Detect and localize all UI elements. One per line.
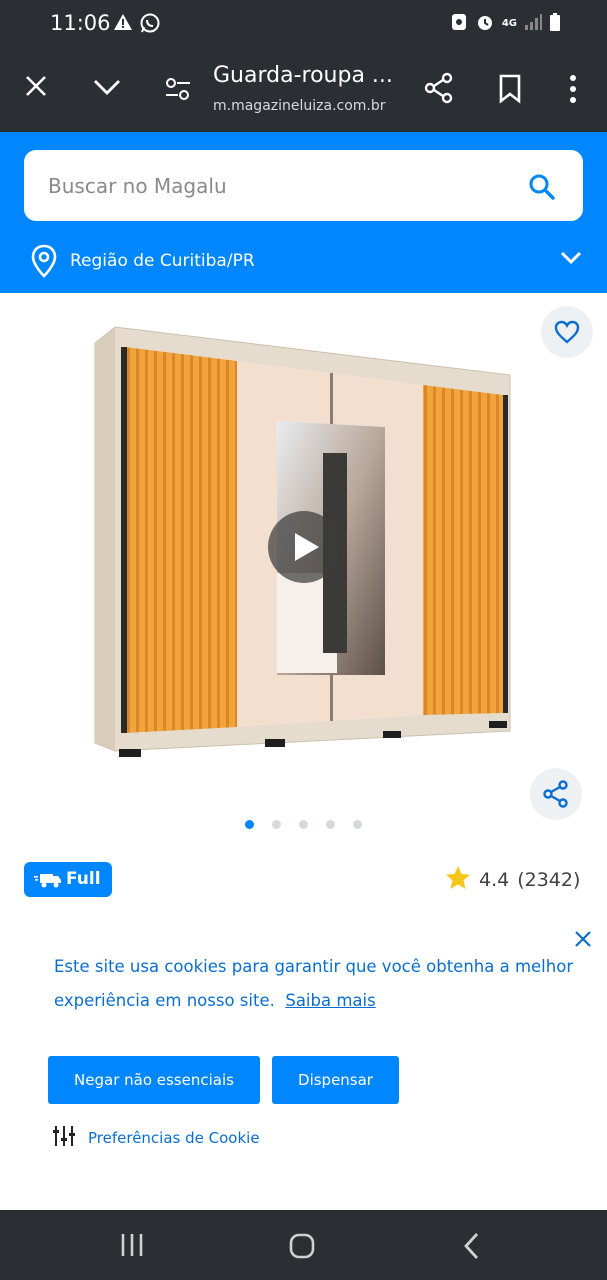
site-header: Região de Curitiba/PR	[0, 132, 607, 293]
sliders-icon	[52, 1124, 76, 1152]
signal-icon	[524, 13, 542, 35]
search-input[interactable]	[48, 170, 488, 202]
search-box	[24, 150, 583, 221]
whatsapp-icon	[139, 12, 161, 38]
deny-non-essential-button[interactable]: Negar não essenciais	[48, 1056, 260, 1104]
truck-icon	[34, 871, 62, 893]
carousel-dot[interactable]	[353, 820, 362, 829]
status-left-icons	[113, 12, 161, 38]
warning-icon	[113, 12, 133, 38]
carousel-dot[interactable]	[299, 820, 308, 829]
carousel-dots	[245, 820, 362, 829]
back-icon[interactable]	[462, 1232, 480, 1264]
page-url: m.magazineluiza.com.br	[213, 98, 386, 114]
full-badge-label: Full	[66, 869, 101, 889]
page-title: Guarda-roupa ...	[213, 63, 393, 88]
region-label: Região de Curitiba/PR	[70, 251, 255, 271]
status-time: 11:06	[50, 11, 111, 35]
network-4g-icon: 4G	[502, 19, 517, 29]
carousel-dot[interactable]	[272, 820, 281, 829]
cookie-message-block: Este site usa cookies para garantir que …	[54, 950, 574, 1018]
battery-icon	[549, 12, 561, 36]
chevron-down-icon[interactable]	[92, 78, 122, 100]
star-icon	[445, 865, 471, 895]
dismiss-button[interactable]: Dispensar	[272, 1056, 399, 1104]
status-bar: 11:06 4G	[0, 0, 607, 48]
close-icon[interactable]	[24, 74, 48, 102]
recent-apps-icon[interactable]	[120, 1232, 144, 1262]
favorite-button[interactable]	[541, 306, 593, 358]
site-settings-icon[interactable]	[164, 76, 192, 106]
product-rating[interactable]: 4.4 (2342)	[445, 866, 580, 894]
network-label: 4G	[501, 18, 517, 29]
browser-toolbar: Guarda-roupa ... m.magazineluiza.com.br	[0, 48, 607, 132]
share-icon[interactable]	[424, 72, 454, 108]
search-icon[interactable]	[527, 172, 557, 202]
more-options-icon[interactable]	[566, 74, 580, 108]
learn-more-link[interactable]: Saiba mais	[285, 991, 375, 1010]
system-nav-bar	[0, 1210, 607, 1280]
bookmark-icon[interactable]	[498, 74, 522, 108]
play-video-button[interactable]	[268, 511, 340, 583]
notification-icon	[450, 12, 468, 36]
rating-value: 4.4	[479, 869, 510, 891]
chevron-down-icon	[560, 250, 582, 269]
region-selector[interactable]: Região de Curitiba/PR	[28, 244, 588, 280]
cookie-preferences-label: Preferências de Cookie	[88, 1129, 260, 1147]
share-icon	[543, 780, 569, 812]
home-icon[interactable]	[289, 1233, 315, 1263]
product-gallery	[0, 293, 607, 843]
status-right-icons: 4G	[450, 12, 561, 36]
play-icon	[293, 531, 321, 567]
alarm-icon	[475, 12, 495, 36]
share-product-button[interactable]	[530, 768, 582, 820]
location-pin-icon	[30, 244, 58, 282]
close-icon[interactable]	[572, 928, 594, 950]
full-badge: Full	[24, 862, 112, 897]
heart-icon	[554, 320, 580, 348]
carousel-dot[interactable]	[326, 820, 335, 829]
review-count: (2342)	[517, 869, 581, 891]
carousel-dot[interactable]	[245, 820, 254, 829]
cookie-preferences-link[interactable]: Preferências de Cookie	[52, 1125, 260, 1151]
